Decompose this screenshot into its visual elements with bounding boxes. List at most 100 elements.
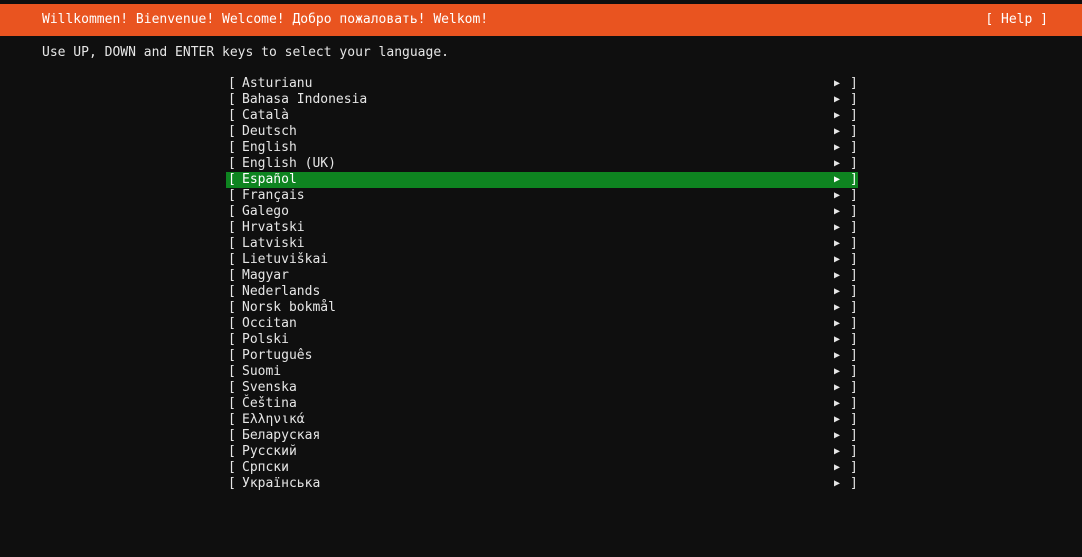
language-option[interactable]: [English (UK) ▶] [226, 156, 858, 172]
right-bracket: ] [850, 268, 858, 283]
header-bar: Willkommen! Bienvenue! Welcome! Добро по… [0, 4, 1082, 36]
language-option[interactable]: [Galego ▶] [226, 204, 858, 220]
language-option[interactable]: [Русский ▶] [226, 444, 858, 460]
language-label: Українська [242, 476, 321, 491]
right-bracket: ] [850, 380, 858, 395]
right-bracket: ] [850, 412, 858, 427]
language-option[interactable]: [Latviski ▶] [226, 236, 858, 252]
arrow-right-icon: ▶ [834, 142, 841, 153]
language-label: Suomi [242, 364, 282, 379]
arrow-right-icon: ▶ [834, 238, 841, 249]
language-option[interactable]: [Čeština ▶] [226, 396, 858, 412]
right-bracket: ] [850, 316, 858, 331]
right-bracket: ] [850, 92, 858, 107]
help-button[interactable]: [ Help ] [985, 12, 1048, 27]
left-bracket: [ [228, 140, 236, 155]
language-label: Беларуская [242, 428, 321, 443]
language-option[interactable]: [ Español ▶] [226, 172, 858, 188]
right-bracket: ] [850, 252, 858, 267]
language-label: Русский [242, 444, 297, 459]
language-option[interactable]: [Català ▶] [226, 108, 858, 124]
right-bracket: ] [850, 284, 858, 299]
left-bracket: [ [228, 108, 236, 123]
left-bracket: [ [228, 300, 236, 315]
language-option[interactable]: [ Bahasa Indonesia ▶] [226, 92, 858, 108]
language-label: English [242, 140, 297, 155]
language-option[interactable]: [Magyar ▶] [226, 268, 858, 284]
language-label: Lietuviškai [242, 252, 329, 267]
language-option[interactable]: [Polski ▶] [226, 332, 858, 348]
language-label: Français [242, 188, 305, 203]
language-label: Latviski [242, 236, 305, 251]
language-option[interactable]: [Українська ▶] [226, 476, 858, 492]
language-list: [ Asturianu ▶] [ Bahasa Indonesia ▶] [ Català ▶]… [226, 76, 858, 492]
left-bracket: [ [228, 236, 236, 251]
welcome-title: Willkommen! Bienvenue! Welcome! Добро по… [42, 12, 489, 27]
language-label: Svenska [242, 380, 297, 395]
left-bracket: [ [228, 332, 236, 347]
arrow-right-icon: ▶ [834, 334, 841, 345]
left-bracket: [ [228, 124, 236, 139]
language-label: Español [242, 172, 297, 187]
arrow-right-icon: ▶ [834, 462, 841, 473]
left-bracket: [ [228, 252, 236, 267]
left-bracket: [ [228, 188, 236, 203]
right-bracket: ] [850, 172, 858, 187]
language-label: Bahasa Indonesia [242, 92, 368, 107]
arrow-right-icon: ▶ [834, 318, 841, 329]
arrow-right-icon: ▶ [834, 382, 841, 393]
right-bracket: ] [850, 300, 858, 315]
instructions-text: Use UP, DOWN and ENTER keys to select yo… [42, 45, 449, 60]
language-option[interactable]: [Occitan ▶] [226, 316, 858, 332]
language-option[interactable]: [Norsk bokmål ▶] [226, 300, 858, 316]
left-bracket: [ [228, 92, 236, 107]
language-option[interactable]: [Deutsch ▶] [226, 124, 858, 140]
left-bracket: [ [228, 380, 236, 395]
language-label: Ελληνικά [242, 412, 305, 427]
language-option[interactable]: [Français ▶] [226, 188, 858, 204]
left-bracket: [ [228, 204, 236, 219]
language-option[interactable]: [ Svenska ▶] [226, 380, 858, 396]
language-option[interactable]: [Português ▶] [226, 348, 858, 364]
language-label: Català [242, 108, 289, 123]
left-bracket: [ [228, 172, 236, 187]
arrow-right-icon: ▶ [834, 414, 841, 425]
right-bracket: ] [850, 444, 858, 459]
language-option[interactable]: [Hrvatski ▶] [226, 220, 858, 236]
arrow-right-icon: ▶ [834, 222, 841, 233]
arrow-right-icon: ▶ [834, 430, 841, 441]
left-bracket: [ [228, 156, 236, 171]
left-bracket: [ [228, 412, 236, 427]
left-bracket: [ [228, 284, 236, 299]
right-bracket: ] [850, 220, 858, 235]
left-bracket: [ [228, 348, 236, 363]
right-bracket: ] [850, 108, 858, 123]
language-label: Norsk bokmål [242, 300, 336, 315]
arrow-right-icon: ▶ [834, 174, 841, 185]
language-option[interactable]: [ Lietuviškai ▶] [226, 252, 858, 268]
arrow-right-icon: ▶ [834, 366, 841, 377]
language-option[interactable]: [Српски ▶] [226, 460, 858, 476]
language-option[interactable]: [Nederlands ▶] [226, 284, 858, 300]
language-option[interactable]: [Suomi ▶] [226, 364, 858, 380]
language-label: Magyar [242, 268, 289, 283]
language-label: Српски [242, 460, 289, 475]
language-option[interactable]: [Беларуская ▶] [226, 428, 858, 444]
right-bracket: ] [850, 124, 858, 139]
right-bracket: ] [850, 156, 858, 171]
right-bracket: ] [850, 364, 858, 379]
left-bracket: [ [228, 316, 236, 331]
arrow-right-icon: ▶ [834, 78, 841, 89]
language-option[interactable]: [ Ελληνικά ▶] [226, 412, 858, 428]
language-option[interactable]: [ English ▶] [226, 140, 858, 156]
right-bracket: ] [850, 332, 858, 347]
arrow-right-icon: ▶ [834, 190, 841, 201]
arrow-right-icon: ▶ [834, 254, 841, 265]
right-bracket: ] [850, 428, 858, 443]
language-option[interactable]: [Asturianu ▶] [226, 76, 858, 92]
left-bracket: [ [228, 444, 236, 459]
arrow-right-icon: ▶ [834, 94, 841, 105]
language-label: Asturianu [242, 76, 313, 91]
right-bracket: ] [850, 396, 858, 411]
right-bracket: ] [850, 140, 858, 155]
